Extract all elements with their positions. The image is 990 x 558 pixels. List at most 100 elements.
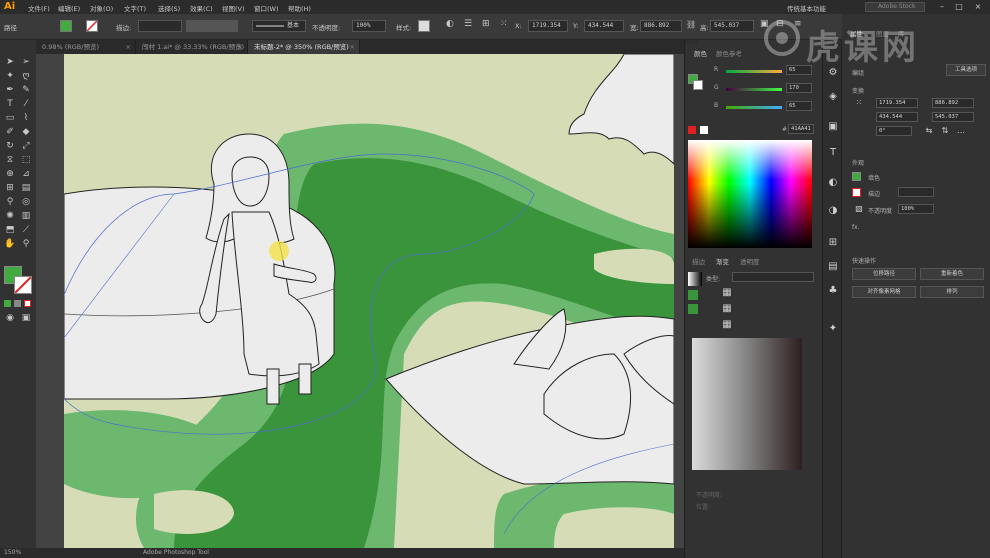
type-tool-icon[interactable]: T	[4, 98, 16, 110]
close-window-button[interactable]: ×	[972, 2, 984, 12]
align-icon[interactable]: ☰	[464, 19, 472, 29]
menu-type[interactable]: 文字(T)	[124, 3, 146, 13]
appearance-panel-icon[interactable]: ◐	[826, 176, 840, 190]
tool-options-button[interactable]: 工具选项	[946, 64, 986, 76]
green-value-field[interactable]: 170	[786, 83, 812, 93]
menu-select[interactable]: 选择(S)	[158, 3, 180, 13]
hand-tool-icon[interactable]: ✋	[4, 238, 16, 250]
slice-tool-icon[interactable]: ⟋	[20, 224, 32, 236]
graphic-style-swatch[interactable]	[418, 20, 430, 32]
close-icon[interactable]: ×	[238, 40, 243, 54]
hex-value-field[interactable]: 41AA41	[788, 124, 814, 134]
paintbrush-icon[interactable]: ⌇	[20, 112, 32, 124]
eraser-icon[interactable]: ◆	[20, 126, 32, 138]
props-stroke-swatch[interactable]	[852, 188, 861, 197]
tab-transparency[interactable]: 透明度	[740, 256, 760, 266]
menu-help[interactable]: 帮助(H)	[288, 3, 311, 13]
brushes-panel-icon[interactable]: ✦	[826, 322, 840, 336]
stroke-weight-field[interactable]	[138, 20, 182, 32]
line-tool-icon[interactable]: ⁄	[20, 98, 32, 110]
gradient-stroke-swatch[interactable]	[688, 290, 698, 300]
width-tool-icon[interactable]: ⧖	[4, 154, 16, 166]
color-spectrum[interactable]	[688, 140, 812, 248]
menu-file[interactable]: 文件(F)	[28, 3, 50, 13]
tab-doc-2[interactable]: 闯村 1.ai* @ 33.33% (RGB/预览) ×	[136, 40, 248, 54]
artboard-canvas[interactable]	[64, 54, 674, 548]
fill-swatch[interactable]	[60, 20, 72, 32]
arrange-button[interactable]: 排列	[920, 286, 984, 298]
recolor-icon[interactable]: ◐	[446, 19, 454, 29]
white-color-swatch[interactable]	[700, 126, 708, 134]
rectangle-tool-icon[interactable]: ▭	[4, 112, 16, 124]
close-icon[interactable]: ×	[126, 40, 131, 54]
props-fill-swatch[interactable]	[852, 172, 861, 181]
selection-tool-icon[interactable]: ➤	[4, 56, 16, 68]
rotate-tool-icon[interactable]: ↻	[4, 140, 16, 152]
blue-slider[interactable]	[726, 106, 782, 109]
workspace-switcher[interactable]: 传统基本功能	[787, 3, 826, 13]
opacity-field[interactable]: 100%	[352, 20, 386, 32]
props-x-field[interactable]: 1719.354	[876, 98, 918, 108]
zoom-level[interactable]: 150%	[4, 549, 21, 556]
blue-value-field[interactable]: 65	[786, 101, 812, 111]
shape-builder-icon[interactable]: ⊕	[4, 168, 16, 180]
screen-mode-icon[interactable]: ▣	[20, 312, 32, 324]
menu-window[interactable]: 窗口(W)	[254, 3, 279, 13]
zoom-tool-icon[interactable]: ⚲	[20, 238, 32, 250]
gradient-fill-swatch[interactable]	[688, 304, 698, 314]
draw-mode-icon[interactable]: ◉	[4, 312, 16, 324]
gradient-mode-icon[interactable]	[14, 300, 21, 307]
blend-tool-icon[interactable]: ◎	[20, 196, 32, 208]
transform-icon[interactable]: ⊞	[482, 19, 490, 29]
libraries-panel-icon[interactable]: ▣	[826, 120, 840, 134]
magic-wand-icon[interactable]: ✦	[4, 70, 16, 82]
menu-edit[interactable]: 编辑(E)	[58, 3, 80, 13]
tab-doc-3[interactable]: 未标题-2* @ 350% (RGB/预览) ×	[248, 40, 360, 54]
tab-color-guide[interactable]: 颜色参考	[716, 48, 742, 58]
align-pixel-grid-button[interactable]: 对齐像素网格	[852, 286, 916, 298]
minimize-button[interactable]: –	[936, 2, 948, 12]
menu-effect[interactable]: 效果(C)	[190, 3, 213, 13]
green-slider[interactable]	[726, 88, 782, 91]
flip-vertical-icon[interactable]: ⇅	[938, 124, 952, 138]
align-panel-icon[interactable]: ⊞	[826, 236, 840, 250]
adobe-stock-search[interactable]: Adobe Stock	[865, 2, 925, 12]
tab-doc-1[interactable]: 0.98% (RGB/预览) ×	[36, 40, 136, 54]
props-stroke-weight-field[interactable]	[898, 187, 934, 197]
height-field[interactable]: 545.037	[710, 20, 754, 32]
transparency-panel-icon[interactable]: ◑	[826, 204, 840, 218]
symbols-panel-icon[interactable]: ♣	[826, 284, 840, 298]
panel-stroke-swatch[interactable]	[693, 80, 703, 90]
layers-panel-icon[interactable]: ◈	[826, 90, 840, 104]
direct-selection-tool-icon[interactable]: ➢	[20, 56, 32, 68]
gradient-type-field[interactable]	[732, 272, 814, 282]
gradient-preview-swatch[interactable]	[688, 272, 702, 286]
artboard-tool-icon[interactable]: ⬒	[4, 224, 16, 236]
props-opacity-field[interactable]: 100%	[898, 204, 934, 214]
flip-horizontal-icon[interactable]: ⇆	[922, 124, 936, 138]
perspective-grid-icon[interactable]: ⊿	[20, 168, 32, 180]
props-w-field[interactable]: 886.892	[932, 98, 974, 108]
symbol-sprayer-icon[interactable]: ✺	[4, 210, 16, 222]
reference-point-icon[interactable]: ⁙	[500, 19, 508, 29]
gradient-stroke-across-icon[interactable]: ▦	[720, 318, 734, 332]
stroke-swatch[interactable]	[86, 20, 98, 32]
gradient-stroke-along-icon[interactable]: ▦	[720, 302, 734, 316]
curvature-tool-icon[interactable]: ✎	[20, 84, 32, 96]
eyedropper-icon[interactable]: ⚲	[4, 196, 16, 208]
reference-point-icon[interactable]: ⁙	[852, 96, 866, 110]
none-mode-icon[interactable]	[24, 300, 31, 307]
tab-color[interactable]: 颜色	[694, 48, 707, 58]
lasso-icon[interactable]: ღ	[20, 70, 32, 82]
red-slider[interactable]	[726, 70, 782, 73]
pen-tool-icon[interactable]: ✒	[4, 84, 16, 96]
brush-definition-field[interactable]: 基本	[252, 20, 306, 32]
more-options-icon[interactable]: …	[954, 124, 968, 138]
constrain-proportions-icon[interactable]: ⛓	[686, 20, 696, 29]
none-color-swatch[interactable]	[688, 126, 696, 134]
tab-gradient[interactable]: 渐变	[716, 256, 729, 266]
pathfinder-panel-icon[interactable]: ▤	[826, 260, 840, 274]
fx-button[interactable]: fx.	[852, 224, 860, 231]
maximize-button[interactable]: □	[953, 2, 965, 12]
character-panel-icon[interactable]: T	[826, 146, 840, 160]
